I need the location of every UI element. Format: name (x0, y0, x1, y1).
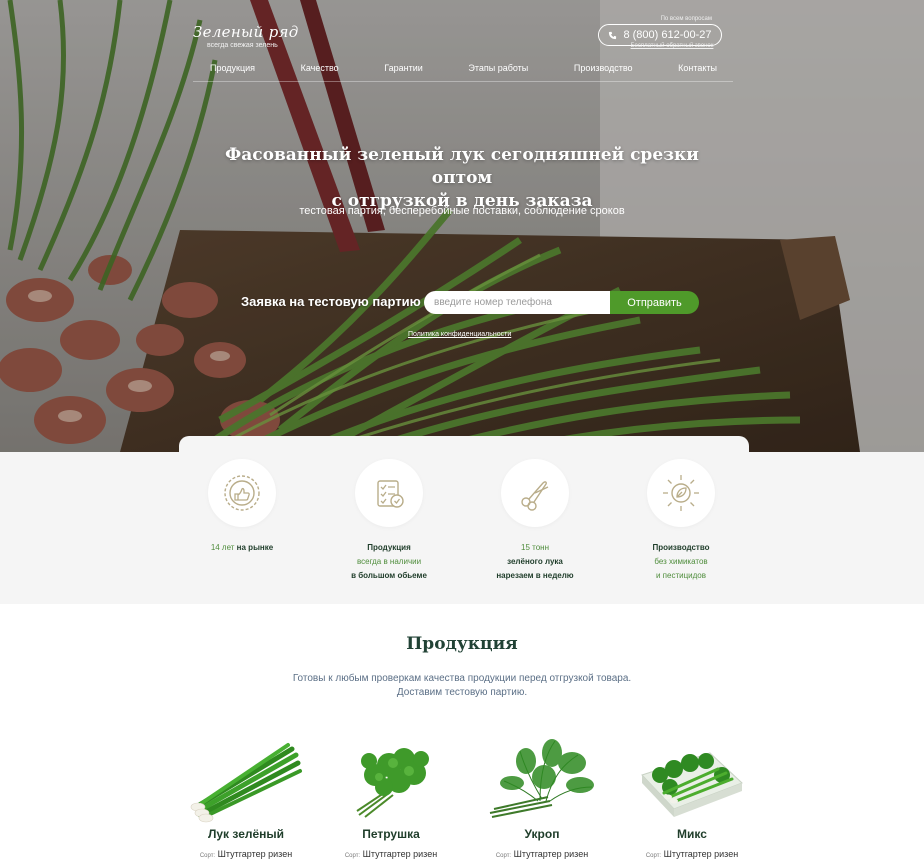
product-card-green-onion[interactable]: Лук зелёный Сорт: Штутгартер ризен (184, 735, 308, 859)
hero-subline: тестовая партия, бесперебойные поставки,… (299, 205, 625, 217)
feature-text: Производство без химикатов и пестицидов (652, 543, 710, 580)
checklist-icon (377, 480, 404, 508)
nav-item-quality[interactable]: Качество (301, 60, 339, 81)
phone-number: 8 (800) 612-00-27 (623, 29, 712, 41)
product-card-dill[interactable]: Укроп Сорт: Штутгартер ризен (480, 735, 604, 859)
logo[interactable]: Зеленый ряд всегда свежая зелень (193, 23, 299, 49)
products-title: Продукция (406, 634, 518, 654)
product-name: Микс (677, 827, 707, 841)
feature-circle (355, 459, 423, 527)
eco-sun-leaf-icon (663, 475, 699, 511)
product-card-parsley[interactable]: Петрушка Сорт: Штутгартер ризен (329, 735, 453, 859)
callback-link[interactable]: Бесплатный обратный звонок (610, 43, 734, 49)
product-variety: Сорт: Штутгартер ризен (344, 849, 438, 859)
nav-item-guarantees[interactable]: Гарантии (384, 60, 423, 81)
products-desc-line2: Доставим тестовую партию. (396, 687, 528, 698)
feature-text: Продукция всегда в наличии в большом обь… (351, 543, 427, 580)
main-nav: Продукция Качество Гарантии Этапы работы… (193, 60, 733, 82)
product-name: Петрушка (362, 827, 420, 841)
logo-title: Зеленый ряд (193, 23, 299, 41)
quality-seal-icon (224, 475, 260, 511)
feature-stock: Продукция всегда в наличии в большом обь… (329, 459, 449, 583)
feature-text: 15 тонн зелёного лука нарезаем в неделю (496, 543, 574, 580)
parsley-bunch-icon (356, 748, 429, 818)
feature-years: 14 лет на рынке (182, 459, 302, 555)
hero-headline: Фасованный зеленый лук сегодняшней срезк… (200, 144, 724, 213)
feature-circle (501, 459, 569, 527)
nav-item-contacts[interactable]: Контакты (678, 60, 717, 81)
green-onion-bunch-icon (190, 743, 302, 823)
privacy-policy-link[interactable]: Политика конфиденциальности (408, 331, 511, 338)
nav-item-products[interactable]: Продукция (210, 60, 255, 81)
product-variety: Сорт: Штутгартер ризен (199, 849, 293, 859)
product-card-mix[interactable]: Микс Сорт: Штутгартер ризен (630, 735, 754, 859)
greens-mix-tray-icon (641, 752, 743, 817)
phone-input[interactable] (424, 291, 612, 314)
pruning-shears-icon (521, 481, 549, 511)
hero-section: Зеленый ряд всегда свежая зелень По всем… (0, 0, 924, 452)
product-name: Укроп (524, 827, 560, 841)
product-variety: Сорт: Штутгартер ризен (495, 849, 589, 859)
product-variety: Сорт: Штутгартер ризен (645, 849, 739, 859)
feature-eco: Производство без химикатов и пестицидов (621, 459, 741, 583)
order-form-label: Заявка на тестовую партию (241, 294, 421, 309)
feature-circle (208, 459, 276, 527)
contacts-hint: По всем вопросам (660, 16, 712, 22)
products-description: Готовы к любым проверкам качества продук… (262, 672, 662, 700)
header-contacts: По всем вопросам 8 (800) 612-00-27 Беспл… (598, 16, 722, 49)
nav-item-production[interactable]: Производство (574, 60, 633, 81)
feature-circle (647, 459, 715, 527)
phone-icon (609, 31, 617, 39)
product-name: Лук зелёный (207, 827, 285, 841)
logo-subtitle: всегда свежая зелень (207, 42, 278, 49)
feature-volume: 15 тонн зелёного лука нарезаем в неделю (475, 459, 595, 583)
products-desc-line1: Готовы к любым проверкам качества продук… (292, 673, 632, 684)
nav-item-work-stages[interactable]: Этапы работы (468, 60, 528, 81)
dill-bunch-icon (489, 739, 594, 818)
feature-text: 14 лет на рынке (210, 543, 274, 552)
submit-button[interactable]: Отправить (610, 291, 699, 314)
hero-headline-line1: Фасованный зеленый лук сегодняшней срезк… (225, 145, 699, 188)
